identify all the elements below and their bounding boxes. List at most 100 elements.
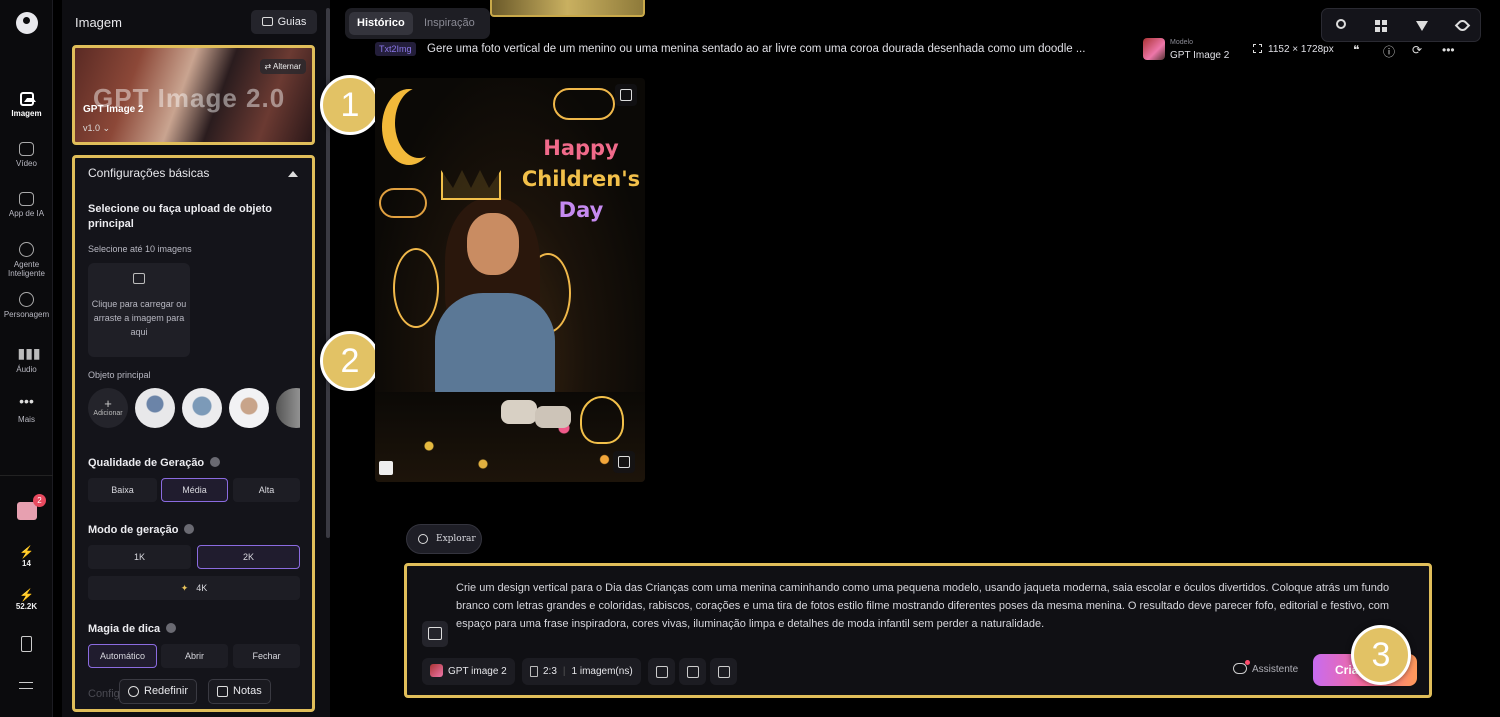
model-name: GPT Image 2 (83, 104, 144, 115)
prompt-input[interactable]: Crie um design vertical para o Dia das C… (456, 579, 1416, 633)
rail-divider (0, 475, 53, 476)
guides-label: Guias (277, 16, 307, 28)
edit-brush-icon[interactable] (613, 451, 635, 473)
quality-label-text: Qualidade de Geração (88, 457, 205, 469)
info-icon[interactable] (184, 524, 195, 534)
reset-label: Redefinir (144, 685, 189, 697)
mode-label-text: Modo de geração (88, 524, 179, 536)
tab-history[interactable]: Histórico (349, 12, 413, 35)
lock-chip[interactable] (710, 658, 737, 685)
app-logo-icon[interactable] (16, 12, 38, 34)
mode-4k-label: 4K (196, 583, 208, 593)
record-prompt[interactable]: Gere uma foto vertical de um menino ou u… (427, 43, 1085, 55)
more-options-icon[interactable]: ••• (1442, 43, 1455, 57)
ratio-count-chip[interactable]: 2:3 | 1 imagem(ns) (522, 658, 641, 685)
rail-item-image[interactable]: Imagem (0, 92, 53, 118)
expand-icon (1253, 44, 1262, 53)
guides-button[interactable]: Guias (251, 10, 317, 34)
model-chip-label: GPT image 2 (448, 666, 507, 677)
menu-icon[interactable] (19, 682, 33, 689)
object-avatar[interactable] (182, 388, 222, 428)
mode-option-4k[interactable]: ✦ 4K (88, 576, 300, 600)
reset-button[interactable]: Redefinir (119, 679, 198, 704)
notes-button[interactable]: Notas (208, 679, 271, 704)
model-card[interactable]: GPT Image 2.0 GPT Image 2 v1.0 ⌄ ⇄ Alter… (72, 45, 315, 145)
cloud-doodle (379, 188, 427, 218)
chevron-down-icon: ⌄ (102, 123, 111, 133)
rail-item-label: App de IA (8, 209, 45, 218)
info-icon[interactable] (210, 457, 221, 467)
search-icon[interactable] (1336, 19, 1346, 29)
ai-app-icon (19, 192, 34, 206)
main-object-label: Objeto principal (88, 370, 151, 380)
info-circle-icon[interactable]: ⓘ (1383, 43, 1395, 60)
quality-option-medium[interactable]: Média (161, 478, 228, 502)
add-object-button[interactable]: + Adicionar (88, 388, 128, 428)
previous-result-thumbnail[interactable] (490, 0, 645, 17)
credits-points[interactable]: ⚡ 52.2K (0, 588, 53, 611)
points-value: 52.2K (15, 602, 38, 611)
grid-icon[interactable] (1375, 20, 1387, 32)
section-header[interactable]: Configurações básicas (88, 166, 209, 180)
model-chip[interactable]: GPT image 2 (422, 658, 515, 685)
image-headline: Happy Children's Day (521, 133, 641, 226)
more-icon: ••• (19, 393, 34, 409)
model-version-select[interactable]: v1.0 ⌄ (83, 123, 110, 134)
save-icon[interactable] (379, 461, 393, 475)
info-icon[interactable] (166, 623, 177, 633)
object-avatar[interactable] (135, 388, 175, 428)
quality-option-high[interactable]: Alta (233, 478, 300, 502)
count-label: 1 imagem(ns) (571, 666, 633, 677)
rail-item-character[interactable]: Personagem (0, 292, 53, 319)
rail-item-agent[interactable]: Agente Inteligente (0, 242, 53, 278)
model-avatar-icon (430, 664, 443, 677)
mode-option-2k[interactable]: 2K (197, 545, 300, 569)
gift-icon[interactable]: 2 (17, 494, 46, 520)
credits-energy[interactable]: ⚡ 14 (0, 545, 53, 568)
eye-icon[interactable] (1454, 17, 1471, 34)
switch-model-button[interactable]: ⇄ Alternar (259, 59, 306, 74)
book-icon (261, 17, 273, 26)
cloud-doodle (553, 88, 615, 120)
record-meta: Txt2Img Gere uma foto vertical de um men… (375, 38, 1465, 61)
magic-label: Magia de dica (88, 622, 177, 637)
add-image-icon[interactable] (422, 621, 448, 647)
rail-item-label: Vídeo (16, 159, 37, 168)
rail-item-ai-app[interactable]: App de IA (0, 192, 53, 218)
translate-chip[interactable] (679, 658, 706, 685)
style-chip[interactable] (648, 658, 675, 685)
assistant-button[interactable]: Assistente (1233, 660, 1298, 675)
magic-option-auto[interactable]: Automático (88, 644, 157, 668)
generated-image[interactable]: Happy Children's Day (375, 78, 645, 482)
resolution-value: 1152 × 1728px (1268, 44, 1334, 55)
rail-item-audio[interactable]: ▮▮▮ Áudio (0, 344, 53, 374)
rail-item-more[interactable]: ••• Mais (0, 394, 53, 424)
magic-option-open[interactable]: Abrir (161, 644, 228, 668)
left-rail: Imagem Vídeo App de IA Agente Inteligent… (0, 0, 53, 717)
explore-button[interactable]: Explorar (406, 524, 482, 554)
explore-label: Explorar (436, 534, 476, 544)
tab-inspiration[interactable]: Inspiração (416, 12, 483, 35)
subject-hint: Selecione até 10 imagens (88, 244, 192, 254)
magic-option-close[interactable]: Fechar (233, 644, 300, 668)
quality-option-low[interactable]: Baixa (88, 478, 157, 502)
mode-option-1k[interactable]: 1K (88, 545, 191, 569)
audio-icon: ▮▮▮ (17, 345, 41, 361)
expand-image-icon[interactable] (615, 84, 637, 106)
object-avatar[interactable] (276, 388, 300, 428)
step-marker-1: 1 (320, 75, 380, 135)
mobile-icon[interactable] (21, 636, 32, 652)
object-avatar[interactable] (229, 388, 269, 428)
switch-label: Alternar (272, 62, 301, 71)
filter-icon[interactable] (1416, 21, 1428, 31)
explore-icon (418, 534, 428, 544)
quote-icon[interactable]: ❝ (1353, 43, 1359, 57)
regenerate-icon[interactable]: ⟳ (1412, 43, 1422, 57)
rail-item-video[interactable]: Vídeo (0, 142, 53, 168)
image-upload-dropzone[interactable]: Clique para carregar ou arraste a imagem… (88, 263, 190, 357)
magic-label-text: Magia de dica (88, 623, 161, 635)
model-caption: Modelo (1170, 39, 1193, 46)
rail-item-label: Personagem (3, 310, 50, 319)
collapse-caret-icon[interactable] (288, 171, 298, 177)
upload-text: Clique para carregar ou arraste a imagem… (91, 299, 187, 337)
